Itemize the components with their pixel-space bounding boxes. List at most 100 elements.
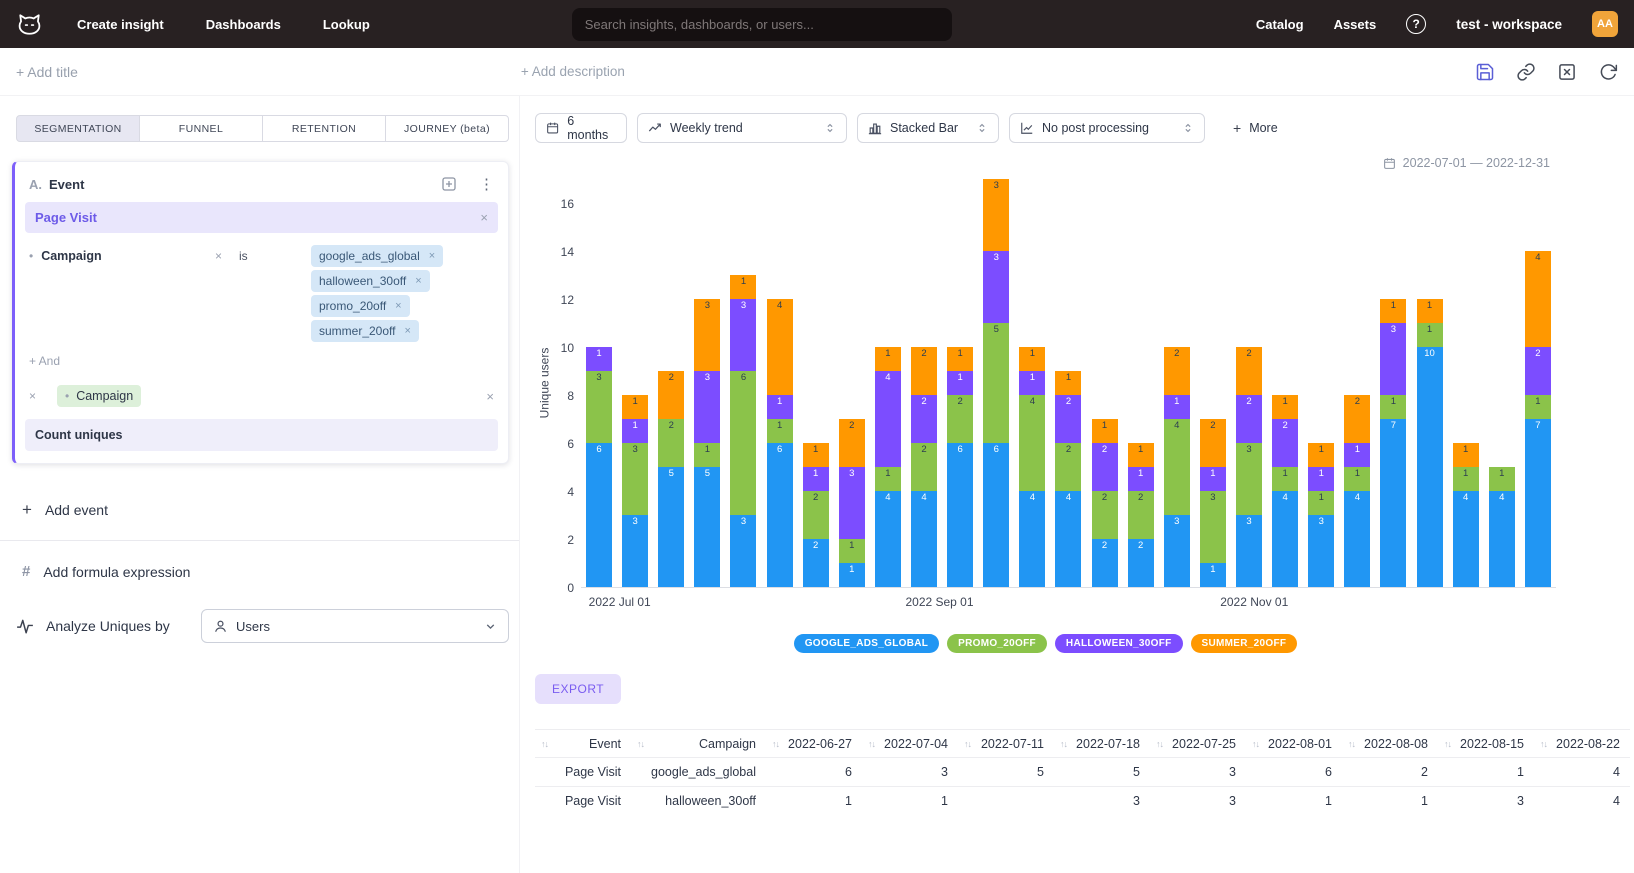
sort-icon[interactable]: ↑↓ (637, 739, 644, 749)
bar-segment-promo_20off[interactable]: 3 (1236, 443, 1262, 515)
selected-event-row[interactable]: Page Visit × (25, 202, 498, 233)
bar-segment-promo_20off[interactable]: 5 (983, 323, 1009, 443)
app-logo-cat-icon[interactable] (16, 11, 43, 38)
bar-segment-google_ads_global[interactable]: 3 (1164, 515, 1190, 587)
bar-segment-promo_20off[interactable]: 2 (947, 395, 973, 443)
bar-segment-summer_20off[interactable]: 4 (767, 299, 793, 395)
table-header-2022-08-01[interactable]: ↑↓2022-08-01 (1246, 730, 1342, 758)
bar-segment-summer_20off[interactable]: 1 (1272, 395, 1298, 419)
bar-segment-promo_20off[interactable]: 1 (1489, 467, 1515, 491)
avatar[interactable]: AA (1592, 11, 1618, 37)
tab-segmentation[interactable]: SEGMENTATION (16, 115, 140, 142)
table-header-2022-08-22[interactable]: ↑↓2022-08-22 (1534, 730, 1630, 758)
filter-value-tag[interactable]: halloween_30off× (311, 270, 430, 292)
bar-segment-google_ads_global[interactable]: 4 (875, 491, 901, 587)
nav-catalog[interactable]: Catalog (1256, 17, 1304, 32)
bar-segment-halloween_30off[interactable]: 1 (1200, 467, 1226, 491)
bar-segment-halloween_30off[interactable]: 1 (622, 419, 648, 443)
bar-segment-summer_20off[interactable]: 2 (1236, 347, 1262, 395)
bar-segment-halloween_30off[interactable]: 1 (586, 347, 612, 371)
table-header-event[interactable]: ↑↓Event (535, 730, 631, 758)
share-link-icon[interactable] (1516, 62, 1536, 82)
remove-breakdown-row-icon[interactable]: × (486, 389, 494, 404)
table-header-2022-07-04[interactable]: ↑↓2022-07-04 (862, 730, 958, 758)
bar-segment-google_ads_global[interactable]: 4 (1272, 491, 1298, 587)
bar-segment-google_ads_global[interactable]: 3 (622, 515, 648, 587)
bar-segment-summer_20off[interactable]: 4 (1525, 251, 1551, 347)
bar-segment-promo_20off[interactable]: 2 (1055, 443, 1081, 491)
event-name[interactable]: Page Visit (35, 210, 97, 225)
bar-segment-promo_20off[interactable]: 1 (1308, 491, 1334, 515)
bar-segment-google_ads_global[interactable]: 2 (1128, 539, 1154, 587)
bar-segment-halloween_30off[interactable]: 2 (1236, 395, 1262, 443)
bar-segment-promo_20off[interactable]: 2 (1128, 491, 1154, 539)
table-header-2022-07-18[interactable]: ↑↓2022-07-18 (1054, 730, 1150, 758)
post-processing-select[interactable]: No post processing (1009, 113, 1205, 143)
bar-segment-google_ads_global[interactable]: 2 (1092, 539, 1118, 587)
remove-event-icon[interactable]: × (480, 210, 488, 225)
filter-value-tag[interactable]: summer_20off× (311, 320, 419, 342)
more-options-button[interactable]: + More (1233, 121, 1278, 135)
bar-segment-promo_20off[interactable]: 1 (1344, 467, 1370, 491)
sort-icon[interactable]: ↑↓ (1156, 739, 1163, 749)
bar-segment-summer_20off[interactable]: 3 (694, 299, 720, 371)
nav-assets[interactable]: Assets (1334, 17, 1377, 32)
table-header-campaign[interactable]: ↑↓Campaign (631, 730, 766, 758)
sort-icon[interactable]: ↑↓ (868, 739, 875, 749)
bar-segment-promo_20off[interactable]: 3 (622, 443, 648, 515)
analyze-by-select[interactable]: Users (201, 609, 509, 643)
bar-segment-google_ads_global[interactable]: 1 (1200, 563, 1226, 587)
bar-segment-summer_20off[interactable]: 2 (911, 347, 937, 395)
bar-segment-summer_20off[interactable]: 1 (1092, 419, 1118, 443)
bar-segment-promo_20off[interactable]: 3 (1200, 491, 1226, 563)
bar-segment-halloween_30off[interactable]: 1 (1164, 395, 1190, 419)
table-header-2022-07-11[interactable]: ↑↓2022-07-11 (958, 730, 1054, 758)
remove-filter-icon[interactable]: × (215, 245, 233, 263)
global-search-input[interactable] (572, 8, 952, 41)
bar-segment-google_ads_global[interactable]: 4 (1489, 491, 1515, 587)
nav-create-insight[interactable]: Create insight (77, 17, 164, 32)
add-filter-icon[interactable] (441, 176, 457, 192)
filter-operator[interactable]: is (239, 245, 311, 263)
chart-type-select[interactable]: Stacked Bar (857, 113, 999, 143)
bar-segment-halloween_30off[interactable]: 4 (875, 371, 901, 467)
nav-lookup[interactable]: Lookup (323, 17, 370, 32)
add-formula-button[interactable]: # Add formula expression (22, 563, 519, 580)
bar-segment-promo_20off[interactable]: 1 (839, 539, 865, 563)
bar-segment-promo_20off[interactable]: 1 (1525, 395, 1551, 419)
bar-segment-summer_20off[interactable]: 1 (1417, 299, 1443, 323)
clear-report-icon[interactable] (1557, 62, 1577, 82)
bar-segment-summer_20off[interactable]: 1 (1128, 443, 1154, 467)
bar-segment-halloween_30off[interactable]: 1 (1128, 467, 1154, 491)
bar-segment-google_ads_global[interactable]: 7 (1380, 419, 1406, 587)
bar-segment-summer_20off[interactable]: 2 (839, 419, 865, 467)
bar-segment-halloween_30off[interactable]: 2 (911, 395, 937, 443)
bar-segment-promo_20off[interactable]: 2 (1092, 491, 1118, 539)
bar-segment-promo_20off[interactable]: 1 (1453, 467, 1479, 491)
legend-item-google_ads_global[interactable]: GOOGLE_ADS_GLOBAL (794, 634, 939, 653)
bar-segment-summer_20off[interactable]: 1 (1380, 299, 1406, 323)
event-menu-icon[interactable]: ⋮ (479, 177, 494, 192)
sort-icon[interactable]: ↑↓ (1444, 739, 1451, 749)
bar-segment-promo_20off[interactable]: 1 (1417, 323, 1443, 347)
save-icon[interactable] (1475, 62, 1495, 82)
bar-segment-summer_20off[interactable]: 1 (1453, 443, 1479, 467)
bar-segment-summer_20off[interactable]: 1 (947, 347, 973, 371)
bar-segment-halloween_30off[interactable]: 3 (983, 251, 1009, 323)
bar-segment-halloween_30off[interactable]: 1 (767, 395, 793, 419)
sort-icon[interactable]: ↑↓ (1252, 739, 1259, 749)
bar-segment-google_ads_global[interactable]: 2 (803, 539, 829, 587)
bar-segment-google_ads_global[interactable]: 4 (1453, 491, 1479, 587)
bar-segment-halloween_30off[interactable]: 1 (1308, 467, 1334, 491)
add-description-button[interactable]: + Add description (521, 64, 625, 79)
bar-segment-google_ads_global[interactable]: 4 (911, 491, 937, 587)
bar-segment-google_ads_global[interactable]: 3 (730, 515, 756, 587)
bar-segment-summer_20off[interactable]: 1 (1308, 443, 1334, 467)
filter-value-tag[interactable]: promo_20off× (311, 295, 410, 317)
bar-segment-google_ads_global[interactable]: 7 (1525, 419, 1551, 587)
bar-segment-halloween_30off[interactable]: 3 (694, 371, 720, 443)
add-title-button[interactable]: + Add title (16, 64, 78, 80)
bar-segment-promo_20off[interactable]: 1 (767, 419, 793, 443)
bar-segment-halloween_30off[interactable]: 2 (1272, 419, 1298, 467)
legend-item-promo_20off[interactable]: PROMO_20OFF (947, 634, 1047, 653)
